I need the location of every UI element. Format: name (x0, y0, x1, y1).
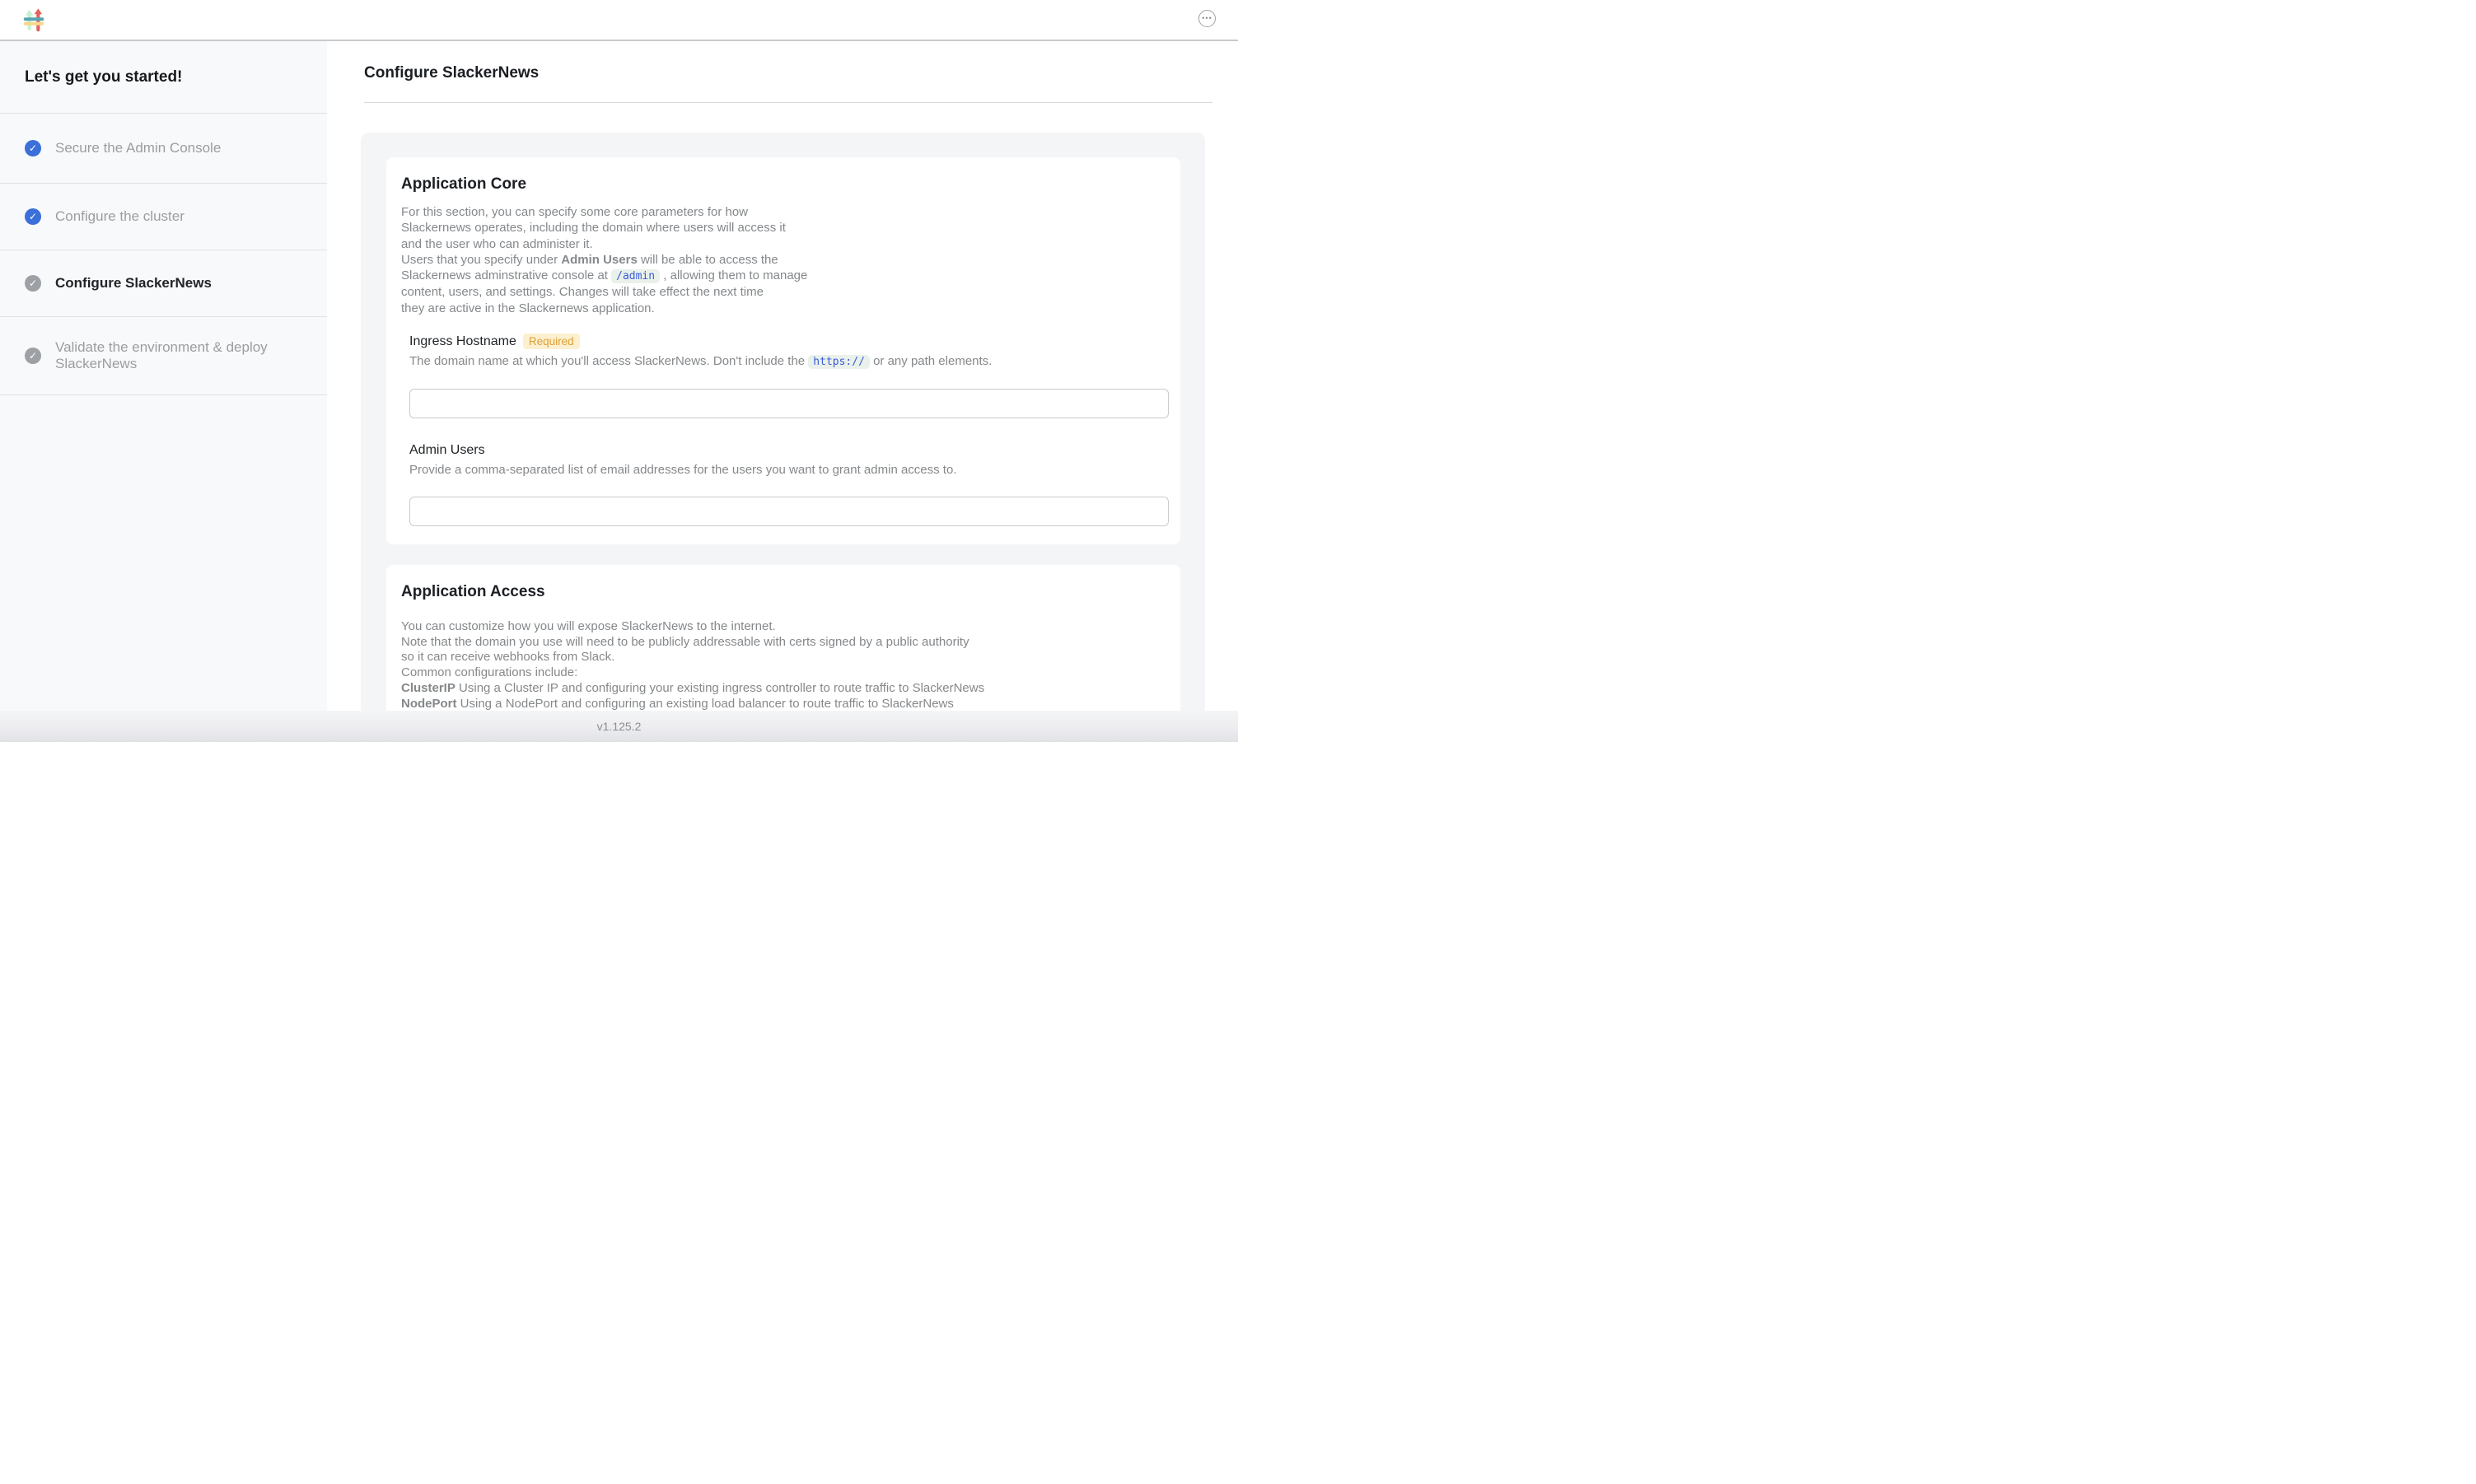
step-label: Configure SlackerNews (55, 275, 212, 292)
check-circle-icon: ✓ (25, 275, 41, 292)
title-divider (364, 102, 1212, 103)
setup-steps-sidebar: Let's get you started! ✓ Secure the Admi… (0, 41, 327, 711)
sidebar-step-secure-admin-console[interactable]: ✓ Secure the Admin Console (0, 114, 327, 184)
ingress-hostname-help: The domain name at which you'll access S… (409, 353, 1169, 370)
ingress-hostname-field-group: Ingress Hostname Required The domain nam… (409, 334, 1169, 418)
application-access-title: Application Access (401, 583, 1169, 601)
slackernews-logo-icon (23, 7, 44, 33)
config-panel: Application Core For this section, you c… (361, 133, 1205, 711)
admin-path-code: /admin (611, 269, 660, 283)
step-label: Configure the cluster (55, 208, 185, 225)
application-core-title: Application Core (401, 175, 1169, 194)
sidebar-heading: Let's get you started! (0, 41, 327, 114)
application-access-card: Application Access You can customize how… (386, 565, 1180, 711)
application-core-card: Application Core For this section, you c… (386, 157, 1180, 544)
page-title: Configure SlackerNews (364, 64, 539, 82)
more-menu-button[interactable]: ••• (1198, 10, 1216, 27)
app-version: v1.125.2 (597, 720, 642, 733)
sidebar-step-validate-deploy[interactable]: ✓ Validate the environment & deploy Slac… (0, 317, 327, 395)
ingress-hostname-label: Ingress Hostname (409, 334, 516, 349)
required-badge: Required (523, 334, 580, 349)
admin-users-label: Admin Users (409, 443, 485, 458)
https-scheme-code: https:// (808, 355, 870, 369)
step-label: Secure the Admin Console (55, 140, 221, 156)
application-core-description: For this section, you can specify some c… (401, 204, 1169, 316)
check-circle-icon: ✓ (25, 140, 41, 156)
admin-users-field-group: Admin Users Provide a comma-separated li… (409, 443, 1169, 526)
application-access-description: You can customize how you will expose Sl… (401, 619, 1169, 711)
version-footer: v1.125.2 (0, 711, 1238, 742)
sidebar-step-configure-slackernews[interactable]: ✓ Configure SlackerNews (0, 250, 327, 317)
ingress-hostname-input[interactable] (409, 389, 1169, 418)
check-circle-icon: ✓ (25, 208, 41, 225)
admin-users-input[interactable] (409, 497, 1169, 526)
top-header: ••• (0, 0, 1238, 41)
step-label: Validate the environment & deploy Slacke… (55, 339, 284, 372)
sidebar-step-configure-cluster[interactable]: ✓ Configure the cluster (0, 184, 327, 250)
admin-users-help: Provide a comma-separated list of email … (409, 462, 1169, 478)
check-circle-icon: ✓ (25, 348, 41, 364)
ellipsis-icon: ••• (1202, 15, 1212, 22)
